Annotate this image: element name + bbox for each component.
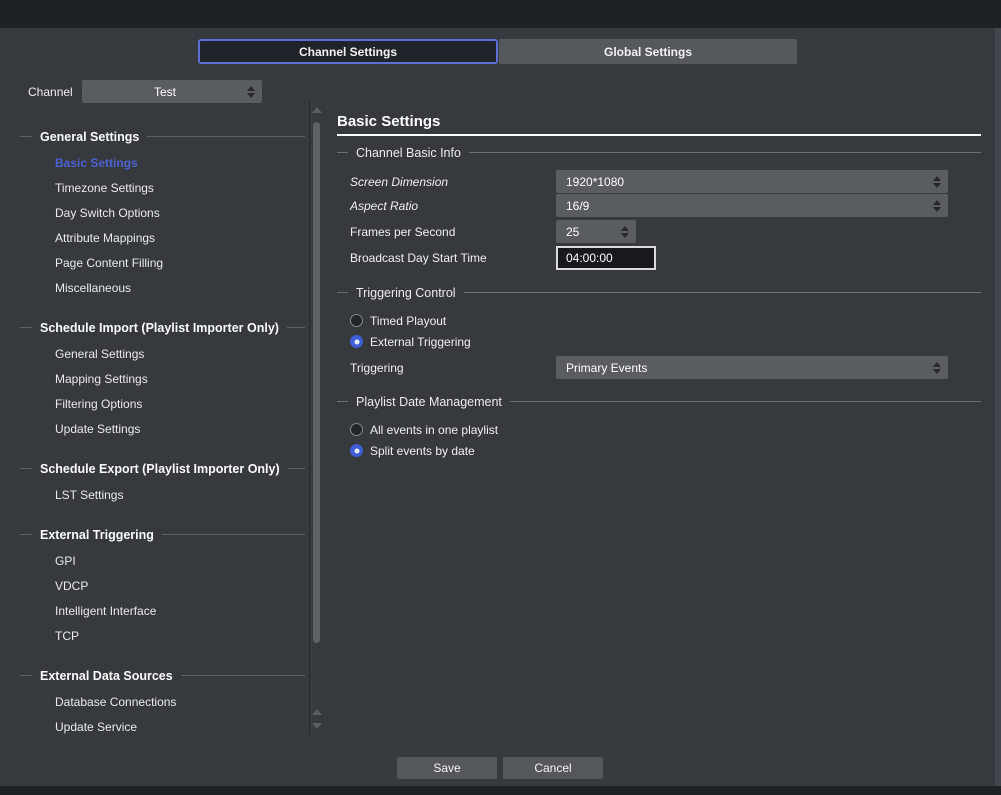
form-row-aspect-ratio: Aspect Ratio 16/9 bbox=[337, 194, 981, 217]
scroll-down-icon[interactable] bbox=[312, 723, 322, 729]
basic-settings-panel: Basic Settings Channel Basic Info Screen… bbox=[337, 113, 981, 461]
radio-button-icon[interactable] bbox=[350, 335, 363, 348]
nav-section-title: External Data Sources bbox=[20, 667, 305, 684]
radio-row-external-triggering[interactable]: External Triggering bbox=[337, 331, 981, 352]
nav-section-title: General Settings bbox=[20, 128, 305, 145]
nav-section-external-triggering: External Triggering GPI VDCP Intelligent… bbox=[20, 526, 305, 649]
save-button[interactable]: Save bbox=[397, 757, 497, 779]
sidebar-item-attribute-mappings[interactable]: Attribute Mappings bbox=[20, 226, 305, 251]
radio-row-all-events-one-playlist[interactable]: All events in one playlist bbox=[337, 419, 981, 440]
spinner-icon bbox=[933, 362, 941, 374]
settings-nav-sidebar: General Settings Basic Settings Timezone… bbox=[20, 128, 305, 758]
radio-button-icon[interactable] bbox=[350, 444, 363, 457]
form-row-frames-per-second: Frames per Second 25 bbox=[337, 220, 981, 243]
form-row-triggering: Triggering Primary Events bbox=[337, 356, 981, 379]
radio-row-timed-playout[interactable]: Timed Playout bbox=[337, 310, 981, 331]
page-title: Basic Settings bbox=[337, 113, 981, 136]
sidebar-item-import-general-settings[interactable]: General Settings bbox=[20, 342, 305, 367]
window-right-edge bbox=[995, 28, 1001, 786]
broadcast-day-start-time-input[interactable] bbox=[556, 246, 656, 270]
sidebar-item-update-service[interactable]: Update Service bbox=[20, 715, 305, 740]
group-title-channel-basic-info: Channel Basic Info bbox=[337, 144, 981, 161]
frames-per-second-select[interactable]: 25 bbox=[556, 220, 636, 243]
sidebar-item-day-switch-options[interactable]: Day Switch Options bbox=[20, 201, 305, 226]
form-row-screen-dimension: Screen Dimension 1920*1080 bbox=[337, 170, 981, 193]
sidebar-item-timezone-settings[interactable]: Timezone Settings bbox=[20, 176, 305, 201]
nav-section-external-data-sources: External Data Sources Database Connectio… bbox=[20, 667, 305, 740]
external-triggering-label: External Triggering bbox=[370, 335, 471, 349]
broadcast-day-start-time-label: Broadcast Day Start Time bbox=[337, 251, 556, 265]
sidebar-item-gpi[interactable]: GPI bbox=[20, 549, 305, 574]
cancel-button[interactable]: Cancel bbox=[503, 757, 603, 779]
radio-button-icon[interactable] bbox=[350, 423, 363, 436]
sidebar-item-intelligent-interface[interactable]: Intelligent Interface bbox=[20, 599, 305, 624]
screen-dimension-value: 1920*1080 bbox=[566, 175, 624, 189]
triggering-value: Primary Events bbox=[566, 361, 647, 375]
spinner-icon bbox=[621, 226, 629, 238]
sidebar-item-page-content-filling[interactable]: Page Content Filling bbox=[20, 251, 305, 276]
spinner-icon bbox=[933, 176, 941, 188]
tab-global-settings[interactable]: Global Settings bbox=[499, 39, 797, 64]
sidebar-item-miscellaneous[interactable]: Miscellaneous bbox=[20, 276, 305, 301]
sidebar-item-tcp[interactable]: TCP bbox=[20, 624, 305, 649]
screen-dimension-label: Screen Dimension bbox=[337, 175, 556, 189]
channel-select-value: Test bbox=[154, 85, 176, 99]
scroll-up-icon[interactable] bbox=[312, 107, 322, 113]
channel-select[interactable]: Test bbox=[82, 80, 262, 103]
spinner-icon bbox=[933, 200, 941, 212]
nav-section-schedule-export: Schedule Export (Playlist Importer Only)… bbox=[20, 460, 305, 508]
window-bottom-bar bbox=[0, 786, 1001, 795]
channel-label: Channel bbox=[28, 85, 73, 99]
scroll-up-icon[interactable] bbox=[312, 709, 322, 715]
aspect-ratio-label: Aspect Ratio bbox=[337, 199, 556, 213]
split-events-by-date-label: Split events by date bbox=[370, 444, 475, 458]
sidebar-scrollbar-track bbox=[309, 101, 310, 735]
nav-section-schedule-import: Schedule Import (Playlist Importer Only)… bbox=[20, 319, 305, 442]
screen-dimension-select[interactable]: 1920*1080 bbox=[556, 170, 948, 193]
all-events-one-playlist-label: All events in one playlist bbox=[370, 423, 498, 437]
sidebar-item-vdcp[interactable]: VDCP bbox=[20, 574, 305, 599]
sidebar-item-basic-settings[interactable]: Basic Settings bbox=[20, 151, 305, 176]
sidebar-item-update-settings[interactable]: Update Settings bbox=[20, 417, 305, 442]
form-row-broadcast-day-start-time: Broadcast Day Start Time bbox=[337, 246, 981, 270]
nav-section-title: Schedule Import (Playlist Importer Only) bbox=[20, 319, 305, 336]
sidebar-item-filtering-options[interactable]: Filtering Options bbox=[20, 392, 305, 417]
frames-per-second-label: Frames per Second bbox=[337, 225, 556, 239]
radio-button-icon[interactable] bbox=[350, 314, 363, 327]
sidebar-item-database-connections[interactable]: Database Connections bbox=[20, 690, 305, 715]
triggering-label: Triggering bbox=[337, 361, 556, 375]
sidebar-item-lst-settings[interactable]: LST Settings bbox=[20, 483, 305, 508]
nav-section-title: External Triggering bbox=[20, 526, 305, 543]
window-titlebar bbox=[0, 0, 1001, 28]
timed-playout-label: Timed Playout bbox=[370, 314, 446, 328]
aspect-ratio-select[interactable]: 16/9 bbox=[556, 194, 948, 217]
triggering-select[interactable]: Primary Events bbox=[556, 356, 948, 379]
nav-section-general-settings: General Settings Basic Settings Timezone… bbox=[20, 128, 305, 301]
group-title-playlist-date-management: Playlist Date Management bbox=[337, 393, 981, 410]
sidebar-item-mapping-settings[interactable]: Mapping Settings bbox=[20, 367, 305, 392]
tab-channel-settings[interactable]: Channel Settings bbox=[198, 39, 498, 64]
nav-section-title: Schedule Export (Playlist Importer Only) bbox=[20, 460, 305, 477]
group-title-triggering-control: Triggering Control bbox=[337, 284, 981, 301]
aspect-ratio-value: 16/9 bbox=[566, 199, 589, 213]
radio-row-split-events-by-date[interactable]: Split events by date bbox=[337, 440, 981, 461]
frames-per-second-value: 25 bbox=[566, 225, 579, 239]
spinner-icon bbox=[247, 86, 255, 98]
sidebar-scrollbar-thumb[interactable] bbox=[313, 122, 320, 643]
